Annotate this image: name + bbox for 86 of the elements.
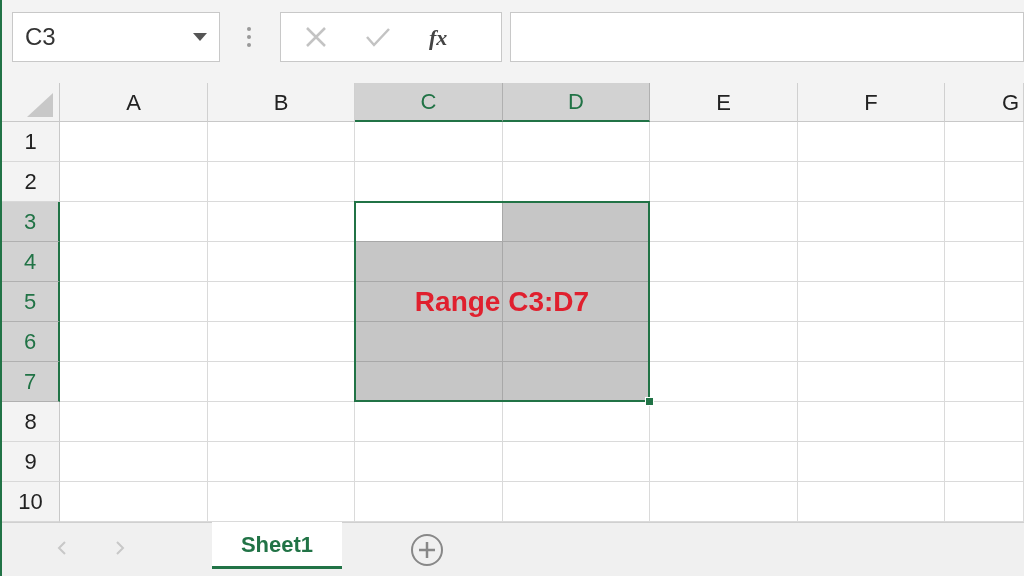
grid-cell[interactable]: [945, 282, 1024, 322]
grid-cell[interactable]: [945, 202, 1024, 242]
fill-handle[interactable]: [645, 397, 654, 406]
grid-cell[interactable]: [208, 162, 355, 202]
grid-cell[interactable]: [503, 362, 650, 402]
grid-cell[interactable]: [650, 482, 798, 522]
sheet-tab[interactable]: Sheet1: [212, 522, 342, 569]
grid-cell[interactable]: [208, 402, 355, 442]
grid-cell[interactable]: [503, 322, 650, 362]
formula-input-field[interactable]: [510, 12, 1024, 62]
grid-cell[interactable]: [60, 322, 208, 362]
range-annotation: Range C3:D7: [414, 284, 590, 319]
row-header[interactable]: 4: [2, 242, 60, 282]
grid-cell[interactable]: [798, 482, 945, 522]
grid-cell[interactable]: [650, 202, 798, 242]
grid-cell[interactable]: [798, 202, 945, 242]
row-header[interactable]: 3: [2, 202, 60, 242]
row-header[interactable]: 7: [2, 362, 60, 402]
grid-cell[interactable]: [650, 242, 798, 282]
grid-cell[interactable]: [798, 402, 945, 442]
row-header[interactable]: 2: [2, 162, 60, 202]
grid-cell[interactable]: [945, 482, 1024, 522]
grid-cell[interactable]: [355, 202, 503, 242]
grid-cell[interactable]: [503, 242, 650, 282]
grid-cell[interactable]: [60, 442, 208, 482]
grid-cell[interactable]: [60, 162, 208, 202]
grid-cell[interactable]: [798, 442, 945, 482]
grid-cell[interactable]: [798, 242, 945, 282]
next-sheet-icon[interactable]: [115, 540, 125, 556]
grid-cell[interactable]: [945, 362, 1024, 402]
grid-cell[interactable]: [355, 402, 503, 442]
grid-cell[interactable]: [650, 282, 798, 322]
grid-cell[interactable]: [208, 442, 355, 482]
grid-cell[interactable]: [503, 442, 650, 482]
grid-cell[interactable]: [650, 322, 798, 362]
select-all-icon[interactable]: [27, 93, 53, 117]
grid-cell[interactable]: [355, 442, 503, 482]
grid-cell[interactable]: [60, 202, 208, 242]
row-header[interactable]: 8: [2, 402, 60, 442]
grid-cell[interactable]: [945, 162, 1024, 202]
grid-cell[interactable]: [208, 482, 355, 522]
grid-cell[interactable]: [60, 242, 208, 282]
grid-cell[interactable]: [798, 282, 945, 322]
drag-handle-icon[interactable]: [246, 26, 252, 48]
grid-cell[interactable]: [650, 442, 798, 482]
grid-cell[interactable]: [355, 482, 503, 522]
check-icon[interactable]: [365, 26, 391, 48]
grid-cell[interactable]: [650, 402, 798, 442]
cancel-icon[interactable]: [305, 26, 327, 48]
grid-cell[interactable]: [945, 322, 1024, 362]
grid-cell[interactable]: [355, 362, 503, 402]
add-sheet-icon[interactable]: [410, 533, 444, 567]
grid-cell[interactable]: [355, 242, 503, 282]
grid-cell[interactable]: [208, 122, 355, 162]
row-header[interactable]: 6: [2, 322, 60, 362]
grid-cell[interactable]: [503, 122, 650, 162]
grid-cell[interactable]: [60, 282, 208, 322]
grid-cell[interactable]: [945, 122, 1024, 162]
grid-cell[interactable]: [355, 322, 503, 362]
grid-cell[interactable]: [60, 402, 208, 442]
grid-cell[interactable]: [798, 162, 945, 202]
grid-cell[interactable]: [945, 242, 1024, 282]
grid-cell[interactable]: [60, 482, 208, 522]
grid-cell[interactable]: [650, 122, 798, 162]
insert-function-button[interactable]: fx: [429, 20, 448, 54]
grid-cell[interactable]: [60, 122, 208, 162]
row-header[interactable]: 1: [2, 122, 60, 162]
name-box[interactable]: C3: [12, 12, 220, 62]
row-header[interactable]: 5: [2, 282, 60, 322]
grid-cell[interactable]: [503, 202, 650, 242]
grid-cell[interactable]: [60, 362, 208, 402]
grid-cell[interactable]: [355, 122, 503, 162]
row-header[interactable]: 10: [2, 482, 60, 522]
grid-cell[interactable]: [798, 362, 945, 402]
row-header[interactable]: 9: [2, 442, 60, 482]
grid-cell[interactable]: [945, 402, 1024, 442]
grid-cell[interactable]: [798, 322, 945, 362]
dropdown-caret-icon[interactable]: [193, 33, 207, 41]
grid-cell[interactable]: [798, 122, 945, 162]
previous-sheet-icon[interactable]: [57, 540, 67, 556]
column-header[interactable]: D: [503, 83, 650, 122]
column-header[interactable]: C: [355, 83, 503, 122]
grid-cell[interactable]: [945, 442, 1024, 482]
grid-cell[interactable]: [503, 482, 650, 522]
grid-cell[interactable]: [650, 162, 798, 202]
cell-reference: C3: [25, 22, 56, 52]
